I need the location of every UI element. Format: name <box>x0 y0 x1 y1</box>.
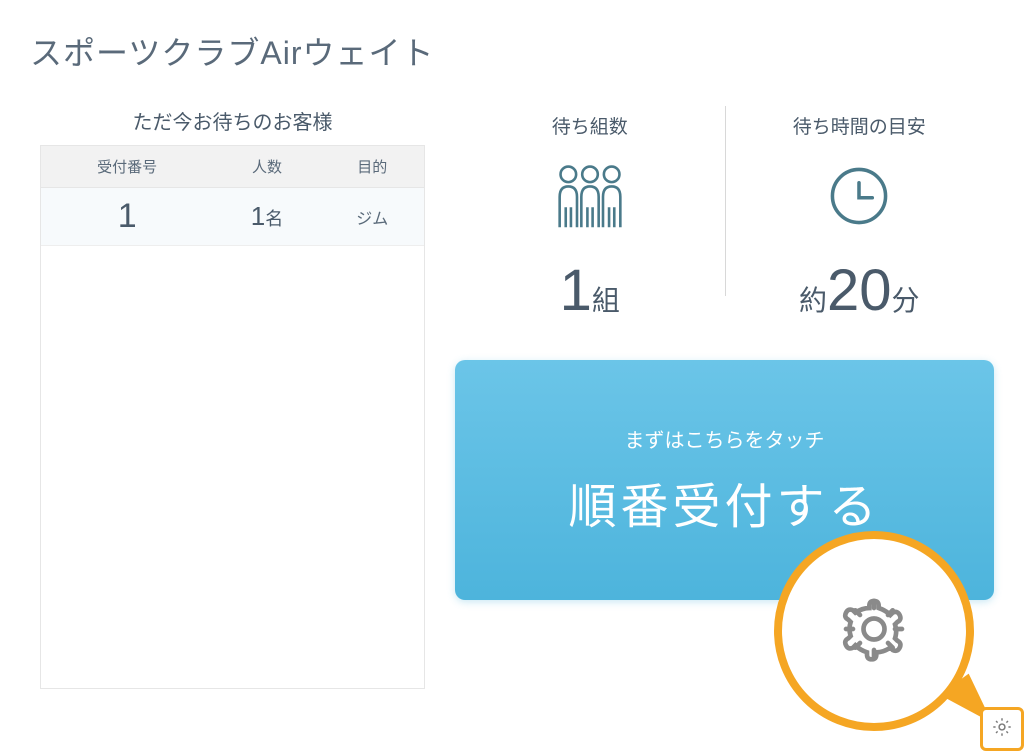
col-header-people: 人数 <box>213 156 320 177</box>
stat-time-prefix: 約 <box>799 285 827 316</box>
cell-people: 1名 <box>213 201 320 232</box>
stat-time-num: 20 <box>827 258 892 323</box>
waiting-panel: ただ今お待ちのお客様 受付番号 人数 目的 1 1名 ジム <box>40 106 425 689</box>
stat-time-label: 待ち時間の目安 <box>725 112 995 139</box>
gear-icon <box>991 716 1013 743</box>
stats-row: 待ち組数 1組 待ち時間の目安 <box>455 106 994 324</box>
clock-icon <box>725 157 995 235</box>
register-hint: まずはこちらをタッチ <box>625 424 825 453</box>
cell-ticket: 1 <box>41 197 213 236</box>
waiting-heading: ただ今お待ちのお客様 <box>40 106 425 135</box>
stat-groups-num: 1 <box>560 258 592 323</box>
stat-time: 待ち時間の目安 約20分 <box>725 112 995 324</box>
stat-groups-label: 待ち組数 <box>455 112 725 139</box>
stat-groups-value: 1組 <box>455 257 725 324</box>
settings-button[interactable] <box>980 707 1024 751</box>
cell-purpose: ジム <box>321 205 424 229</box>
gear-icon <box>839 594 909 669</box>
col-header-ticket: 受付番号 <box>41 156 213 177</box>
cell-people-unit: 名 <box>265 209 283 229</box>
waiting-table: 受付番号 人数 目的 1 1名 ジム <box>40 145 425 689</box>
col-header-purpose: 目的 <box>321 156 424 177</box>
cell-people-num: 1 <box>251 201 265 231</box>
register-label: 順番受付する <box>568 467 880 537</box>
table-row: 1 1名 ジム <box>41 188 424 246</box>
stat-groups-unit: 組 <box>592 285 620 316</box>
table-header: 受付番号 人数 目的 <box>41 146 424 188</box>
page-title: スポーツクラブAirウェイト <box>0 0 1024 74</box>
stat-groups: 待ち組数 1組 <box>455 112 725 324</box>
people-group-icon <box>455 157 725 235</box>
stat-time-unit: 分 <box>892 285 920 316</box>
stat-time-value: 約20分 <box>725 257 995 324</box>
settings-callout <box>774 531 974 731</box>
